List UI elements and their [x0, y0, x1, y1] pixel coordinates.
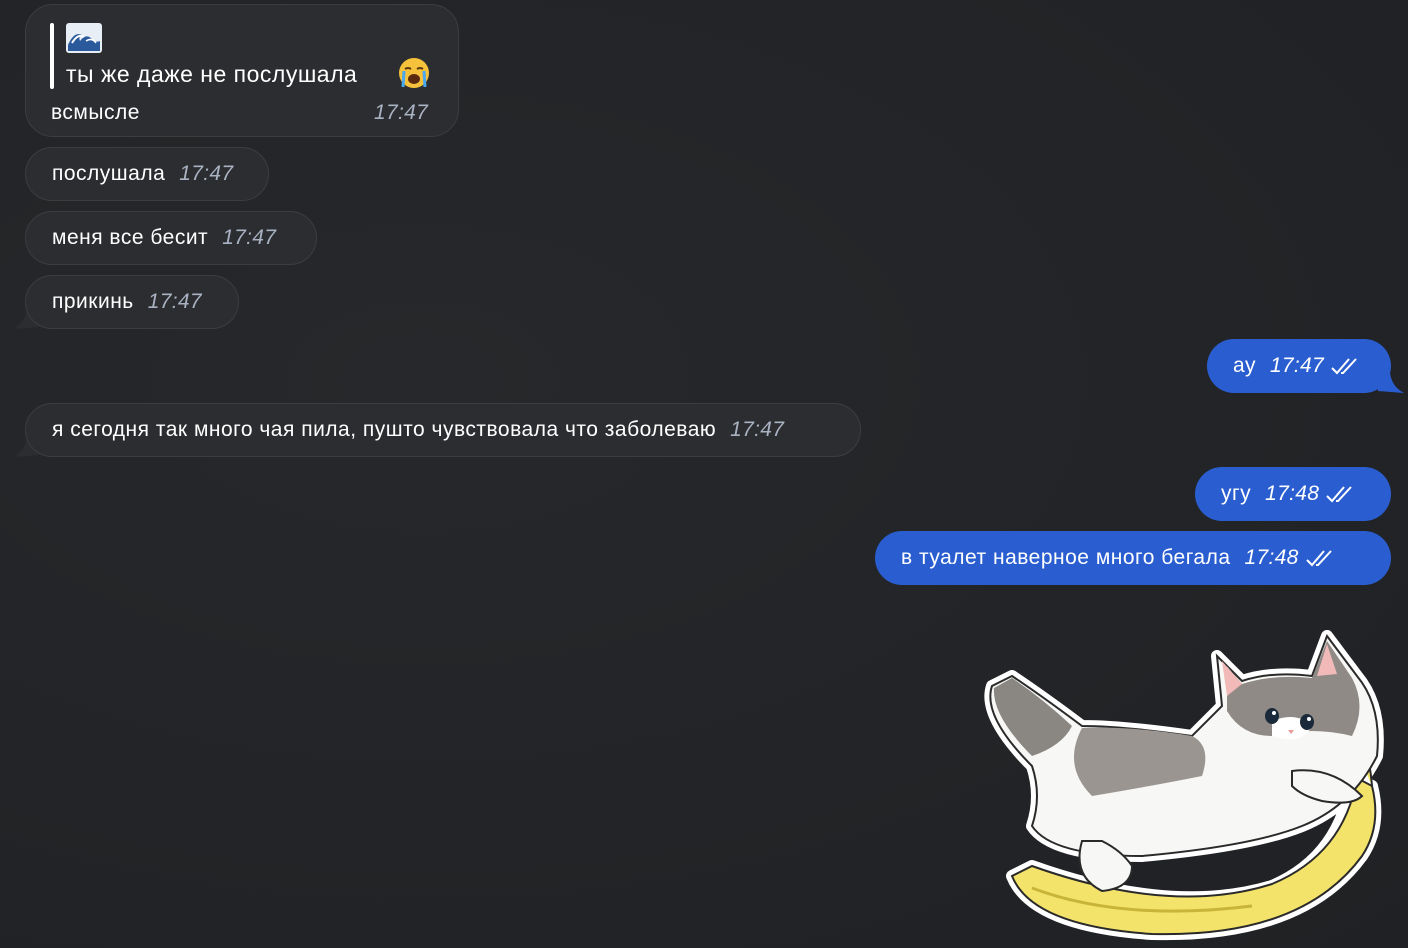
message-time: 17:47: [374, 101, 429, 124]
message-time: 17:47: [147, 290, 202, 313]
message-time: 17:48: [1265, 482, 1320, 505]
quote-bar: [50, 23, 54, 89]
double-check-icon: [1326, 486, 1352, 503]
message-text: прикинь: [52, 290, 134, 313]
message-bubble-incoming[interactable]: я сегодня так много чая пила, пушто чувс…: [25, 403, 861, 457]
message-text: я сегодня так много чая пила, пушто чувс…: [52, 418, 717, 441]
quoted-message-text: ты же даже не послушала: [66, 61, 358, 87]
message-text: всмысле: [51, 101, 140, 124]
message-time: 17:47: [222, 226, 277, 249]
cat-on-banana-sticker-icon[interactable]: [972, 626, 1392, 944]
message-time: 17:48: [1244, 546, 1299, 569]
message-time: 17:47: [1269, 354, 1325, 377]
message-bubble-outgoing[interactable]: ау 17:47: [1207, 339, 1391, 393]
message-text: послушала: [52, 162, 166, 185]
double-check-icon: [1331, 358, 1357, 375]
message-text: в туалет наверное много бегала: [901, 546, 1231, 569]
message-bubble-incoming[interactable]: меня все бесит 17:47: [25, 211, 317, 265]
message-text: угу: [1221, 482, 1252, 505]
message-text: меня все бесит: [52, 226, 209, 249]
message-bubble-incoming[interactable]: прикинь 17:47: [25, 275, 239, 329]
message-time: 17:47: [730, 418, 785, 441]
message-bubble-incoming-reply[interactable]: ты же даже не послушала всмысле 17:47: [25, 4, 459, 137]
chat-view: ты же даже не послушала всмысле 17:47 по…: [0, 0, 1408, 948]
message-time: 17:47: [179, 162, 234, 185]
message-bubble-incoming[interactable]: послушала 17:47: [25, 147, 269, 201]
message-bubble-outgoing[interactable]: в туалет наверное много бегала 17:48: [875, 531, 1391, 585]
message-text: ау: [1233, 354, 1256, 377]
crying-face-emoji-icon: [399, 58, 429, 88]
message-bubble-outgoing[interactable]: угу 17:48: [1195, 467, 1391, 521]
wave-emoji-icon: [66, 23, 102, 53]
double-check-icon: [1305, 550, 1332, 567]
